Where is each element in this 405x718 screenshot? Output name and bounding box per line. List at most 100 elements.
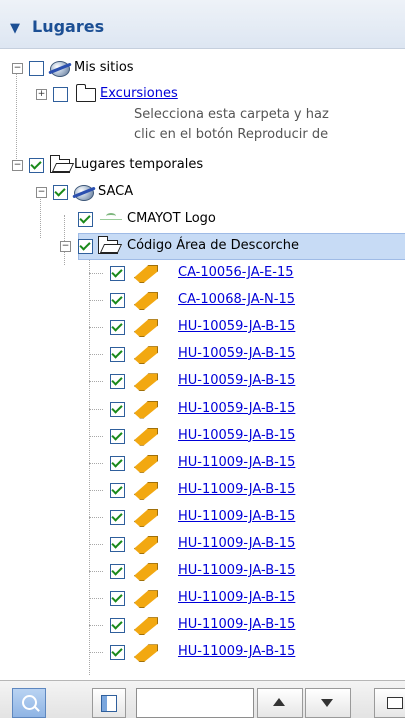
checkbox[interactable] <box>110 591 125 607</box>
checkbox[interactable] <box>29 61 44 76</box>
tree-item-polygon[interactable]: HU-10059-JA-B-15 <box>0 398 405 420</box>
collapse-toggle[interactable]: − <box>12 160 23 171</box>
places-panel-header[interactable]: ▼ Lugares <box>0 0 405 49</box>
description-line: clic en el botón Reproducir de <box>134 127 329 142</box>
tree-guide-stub <box>89 327 103 329</box>
folder-icon <box>76 84 96 102</box>
checkbox[interactable] <box>78 239 93 254</box>
polygon-link[interactable]: HU-11009-JA-B-15 <box>178 587 295 609</box>
tree-item-excursiones[interactable]: + Excursiones <box>0 83 405 105</box>
polygon-icon <box>134 346 158 365</box>
tree-guide-stub <box>89 300 103 302</box>
tree-item-polygon[interactable]: HU-10059-JA-B-15 <box>0 425 405 447</box>
tree-item-polygon[interactable]: HU-11009-JA-B-15 <box>0 479 405 501</box>
checkbox[interactable] <box>110 266 125 281</box>
checkbox[interactable] <box>110 374 125 390</box>
tree-guide <box>16 66 17 161</box>
checkbox[interactable] <box>110 537 125 552</box>
polygon-link[interactable]: HU-10059-JA-B-15 <box>178 398 295 420</box>
polygon-link[interactable]: HU-11009-JA-B-15 <box>178 479 295 501</box>
polygon-icon <box>134 644 158 663</box>
polygon-link[interactable]: HU-11009-JA-B-15 <box>178 506 295 528</box>
tree-guide-stub <box>89 381 103 383</box>
tree-item-saca[interactable]: − SACA <box>0 181 405 203</box>
checkbox[interactable] <box>110 482 125 498</box>
checkbox[interactable] <box>53 185 68 200</box>
checkbox[interactable] <box>110 618 125 634</box>
checkbox[interactable] <box>110 401 125 417</box>
checkbox[interactable] <box>110 564 125 580</box>
polygon-link[interactable]: HU-10059-JA-B-15 <box>178 370 295 392</box>
polygon-link[interactable]: CA-10068-JA-N-15 <box>178 289 295 311</box>
tree-item-polygon[interactable]: HU-11009-JA-B-15 <box>0 614 405 636</box>
tree-item-polygon[interactable]: HU-11009-JA-B-15 <box>0 587 405 609</box>
tree-item-polygon[interactable]: HU-11009-JA-B-15 <box>0 452 405 474</box>
checkbox[interactable] <box>29 158 44 173</box>
tree-item-mis-sitios[interactable]: − Mis sitios <box>0 57 405 79</box>
tree-item-link[interactable]: Excursiones <box>100 83 178 105</box>
tree-item-polygon[interactable]: HU-11009-JA-B-15 <box>0 560 405 582</box>
polygon-link[interactable]: HU-11009-JA-B-15 <box>178 614 295 636</box>
move-up-button[interactable] <box>257 688 303 718</box>
polygon-link[interactable]: HU-11009-JA-B-15 <box>178 533 295 555</box>
polygon-icon <box>134 508 158 527</box>
polygon-icon <box>134 265 158 283</box>
polygon-icon <box>134 319 158 338</box>
polygon-icon <box>134 373 158 392</box>
tree-guide-stub <box>89 544 103 545</box>
arrow-up-icon <box>273 698 285 706</box>
globe-icon <box>74 185 94 201</box>
open-folder-icon <box>98 236 118 254</box>
tree-item-cmayot-logo[interactable]: CMAYOT Logo <box>0 208 405 230</box>
expand-toggle[interactable]: + <box>36 89 47 100</box>
move-down-button[interactable] <box>305 688 351 718</box>
checkbox[interactable] <box>110 509 125 525</box>
tree-item-polygon[interactable]: HU-11009-JA-B-15 <box>0 641 405 663</box>
collapse-toggle[interactable]: − <box>60 241 71 252</box>
search-button[interactable] <box>12 688 46 718</box>
tree-guide-stub <box>89 354 103 356</box>
description-line: Selecciona esta carpeta y haz <box>134 107 329 122</box>
checkbox[interactable] <box>110 428 125 444</box>
tree-item-polygon[interactable]: HU-11009-JA-B-15 <box>0 533 405 555</box>
globe-icon <box>50 61 70 77</box>
folder-button[interactable] <box>374 688 405 718</box>
tree-item-label: Lugares temporales <box>74 157 204 172</box>
tree-item-polygon[interactable]: HU-11009-JA-B-15 <box>0 506 405 528</box>
polygon-link[interactable]: CA-10056-JA-E-15 <box>178 262 294 284</box>
search-input[interactable] <box>136 688 254 718</box>
collapse-toggle[interactable]: − <box>36 187 47 198</box>
polygon-link[interactable]: HU-11009-JA-B-15 <box>178 560 295 582</box>
logo-overlay-icon <box>100 212 122 224</box>
polygon-icon <box>134 481 158 500</box>
polygon-link[interactable]: HU-11009-JA-B-15 <box>178 641 295 663</box>
tree-item-label: Mis sitios <box>74 60 134 75</box>
checkbox[interactable] <box>78 212 93 227</box>
tree-item-polygon[interactable]: CA-10056-JA-E-15 <box>0 262 405 284</box>
checkbox[interactable] <box>110 645 125 661</box>
tree-guide-stub <box>89 625 103 627</box>
tree-item-polygon[interactable]: HU-10059-JA-B-15 <box>0 343 405 365</box>
polygon-link[interactable]: HU-10059-JA-B-15 <box>178 343 295 365</box>
tree-item-polygon[interactable]: CA-10068-JA-N-15 <box>0 289 405 311</box>
tree-item-codigo-area[interactable]: − Código Área de Descorche <box>0 235 405 257</box>
tree-item-polygon[interactable]: HU-10059-JA-B-15 <box>0 370 405 392</box>
tree-item-polygon[interactable]: HU-10059-JA-B-15 <box>0 316 405 338</box>
collapse-arrow-icon[interactable]: ▼ <box>10 21 20 36</box>
polygon-icon <box>134 292 158 311</box>
checkbox[interactable] <box>53 87 68 102</box>
polygon-link[interactable]: HU-10059-JA-B-15 <box>178 425 295 447</box>
polygon-link[interactable]: HU-10059-JA-B-15 <box>178 316 295 338</box>
tree-guide-stub <box>89 571 103 573</box>
tree-item-lugares-temporales[interactable]: − Lugares temporales <box>0 154 405 176</box>
polygon-link[interactable]: HU-11009-JA-B-15 <box>178 452 295 474</box>
checkbox[interactable] <box>110 293 125 309</box>
arrow-down-icon <box>321 699 333 707</box>
bottom-toolbar <box>0 680 405 718</box>
polygon-icon <box>134 590 158 609</box>
checkbox[interactable] <box>110 347 125 363</box>
collapse-toggle[interactable]: − <box>12 63 23 74</box>
checkbox[interactable] <box>110 455 125 471</box>
panel-toggle-button[interactable] <box>92 688 126 718</box>
checkbox[interactable] <box>110 320 125 336</box>
